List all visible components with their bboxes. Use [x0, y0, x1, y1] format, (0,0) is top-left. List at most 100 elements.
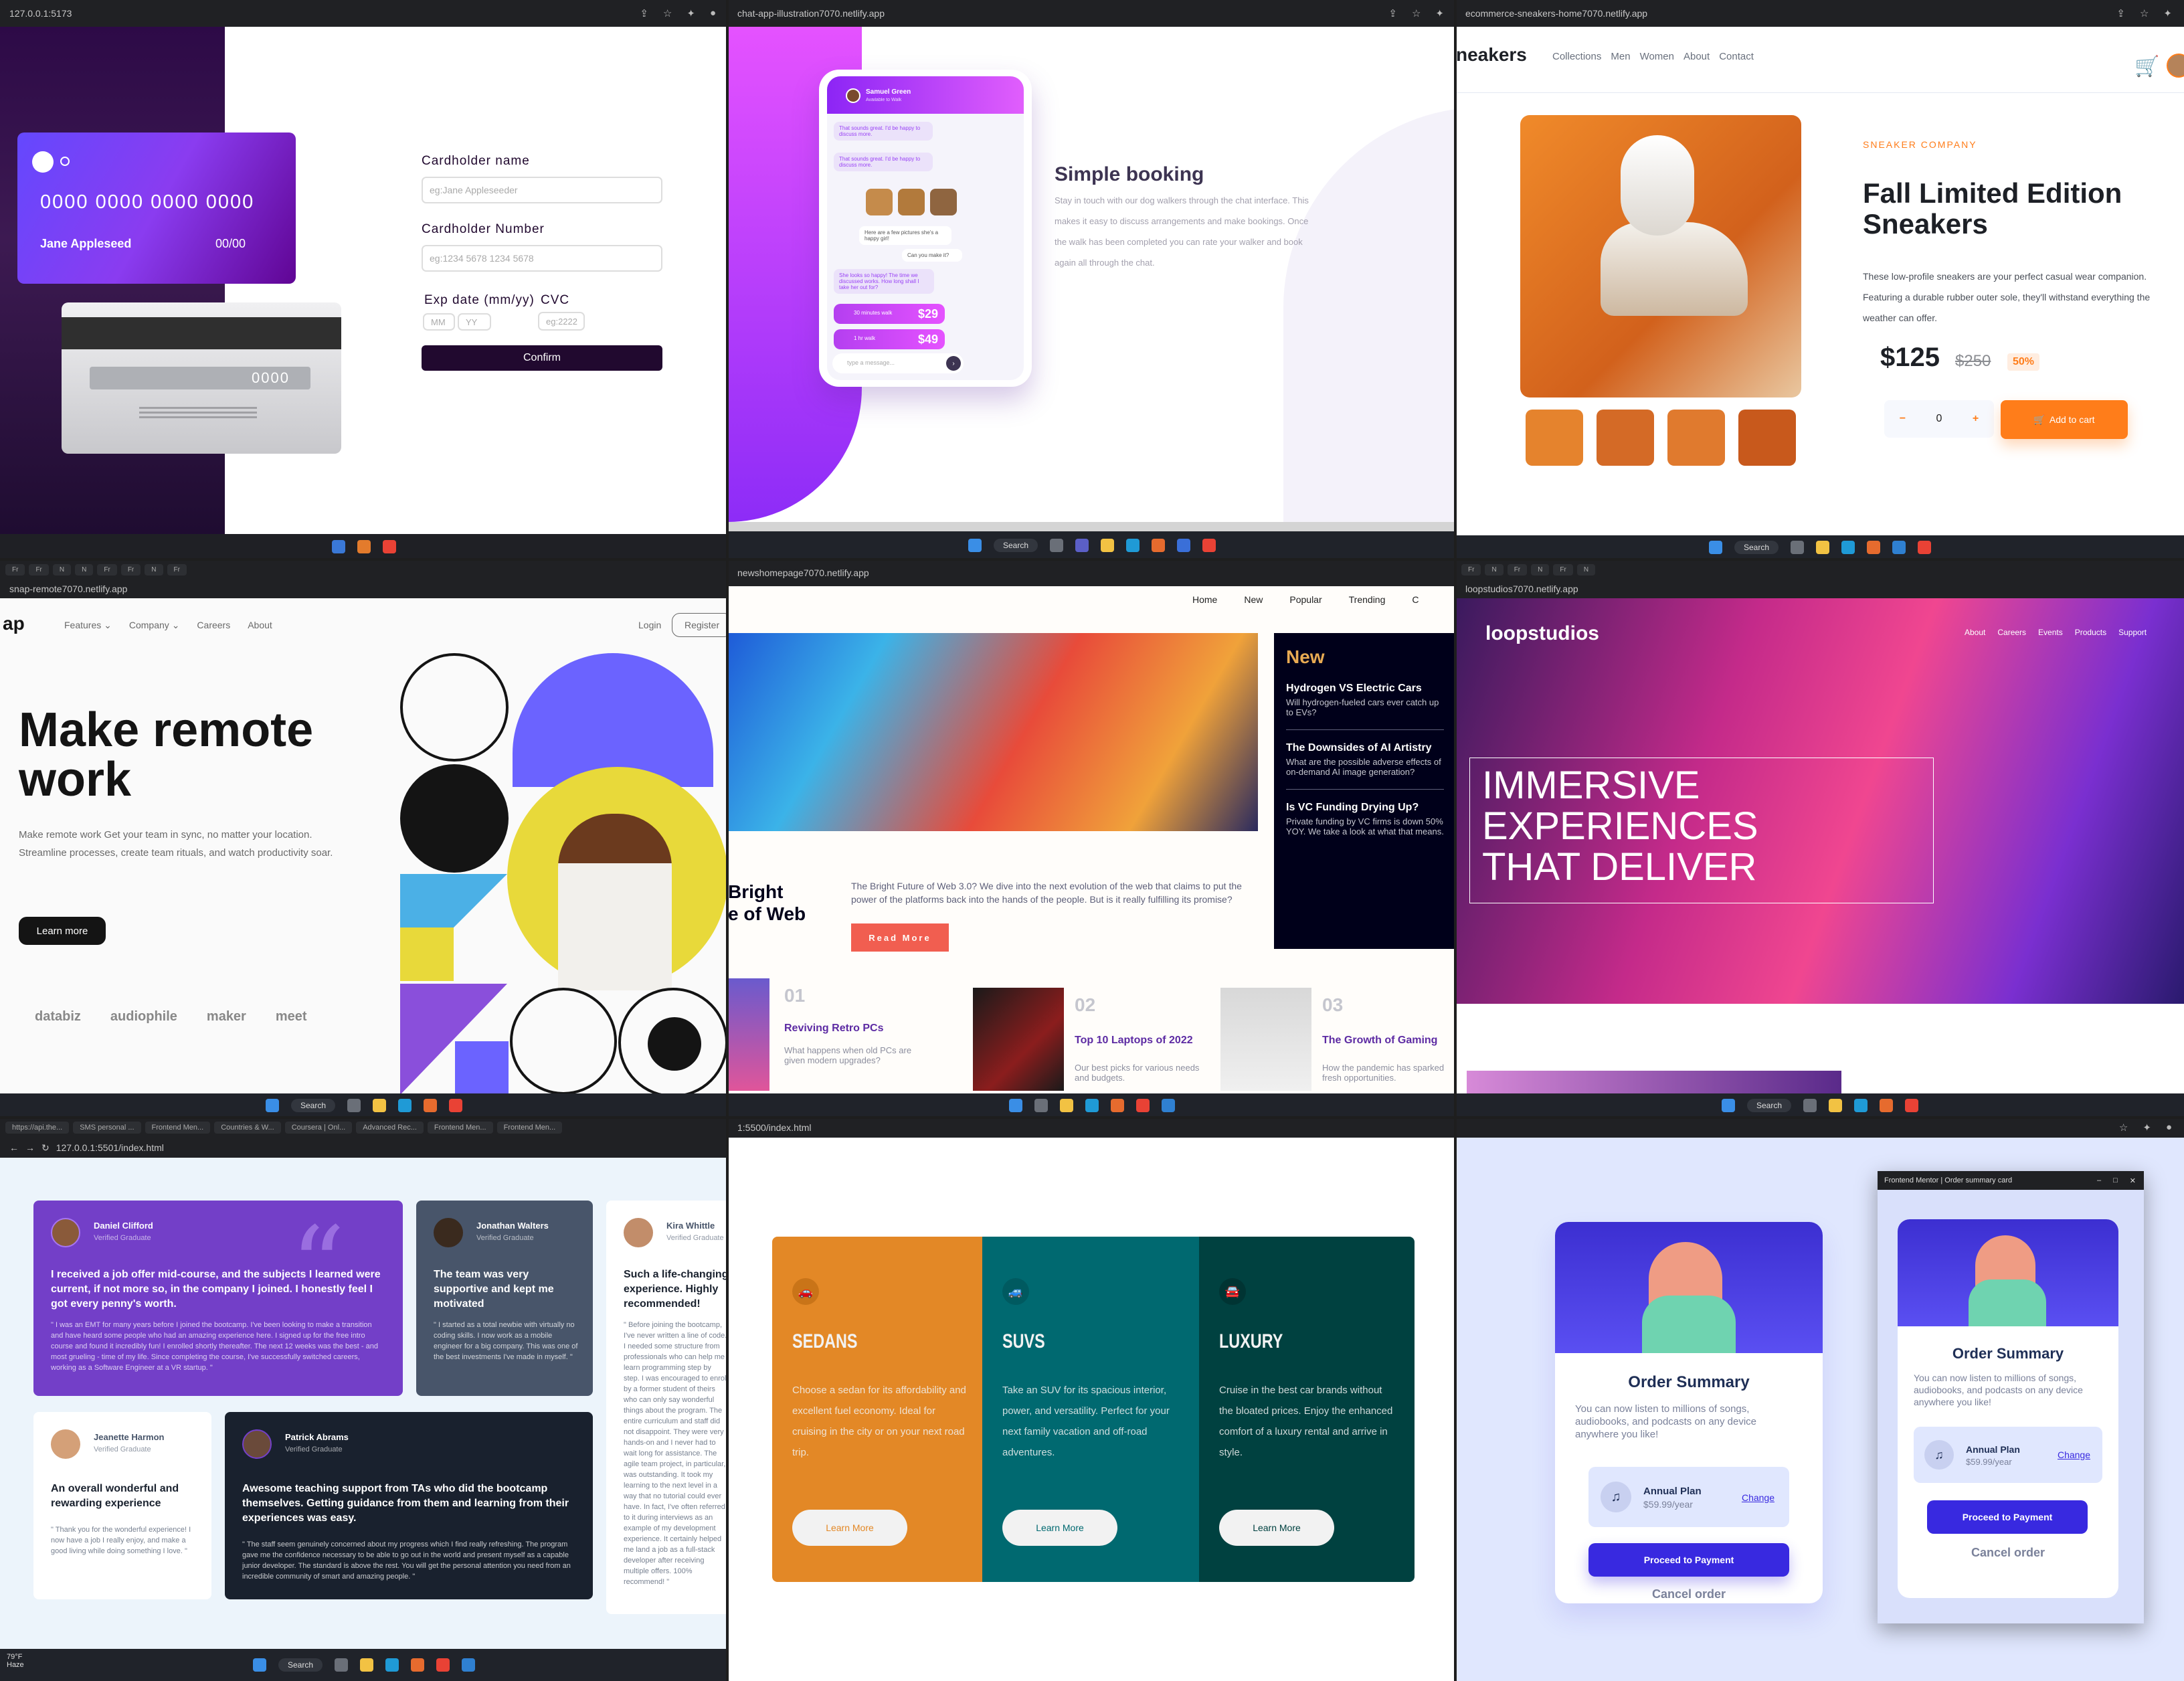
nav-about[interactable]: About: [1683, 51, 1710, 62]
app-icon[interactable]: [357, 540, 371, 553]
firefox-icon[interactable]: [1867, 541, 1881, 554]
browser-tab[interactable]: Fr: [167, 563, 187, 576]
firefox-icon[interactable]: [1152, 539, 1166, 552]
nav-men[interactable]: Men: [1611, 51, 1630, 62]
taskbar-search[interactable]: Search: [1734, 541, 1779, 554]
profile-icon[interactable]: ●: [2166, 1122, 2172, 1134]
article-card[interactable]: 01 Reviving Retro PCs What happens when …: [728, 978, 969, 1091]
add-to-cart-button[interactable]: 🛒 Add to cart: [2001, 400, 2128, 439]
nav-products[interactable]: Products: [2075, 628, 2106, 637]
browser-tab[interactable]: Coursera | Onl...: [284, 1122, 353, 1134]
input-cardholder-name[interactable]: eg:Jane Appleseeder: [422, 177, 662, 203]
extension-icon[interactable]: ✦: [687, 7, 695, 19]
browser-tab[interactable]: N: [1531, 563, 1550, 576]
offer-1hr[interactable]: 1 hr walk $49: [834, 329, 945, 349]
new-item[interactable]: Hydrogen VS Electric Cars Will hydrogen-…: [1286, 683, 1444, 730]
article-card[interactable]: 03 The Growth of Gaming How the pandemic…: [1220, 988, 1456, 1091]
learn-more-button[interactable]: Learn more: [19, 917, 106, 945]
folder-icon[interactable]: [1060, 1099, 1073, 1112]
search-icon[interactable]: [1034, 1099, 1048, 1112]
register-button[interactable]: Register: [672, 613, 728, 637]
nav-contact[interactable]: Contact: [1719, 51, 1754, 62]
browser-tab[interactable]: Fr: [120, 563, 141, 576]
maximize-icon[interactable]: □: [2113, 1176, 2118, 1185]
weather-widget[interactable]: 79°F Haze: [7, 1653, 24, 1669]
star-icon[interactable]: ☆: [2140, 7, 2149, 19]
cart-icon[interactable]: 🛒: [2134, 55, 2159, 78]
windows-icon[interactable]: [968, 539, 982, 552]
browser-tab[interactable]: Frontend Men...: [427, 1122, 493, 1134]
nav-support[interactable]: Support: [2118, 628, 2147, 637]
address-bar[interactable]: 127.0.0.1:5173 ⇪ ☆ ✦ ●: [0, 0, 728, 27]
nav-company[interactable]: Company ⌄: [129, 620, 180, 631]
edge-icon[interactable]: [1854, 1099, 1868, 1112]
browser-tab[interactable]: Countries & W...: [214, 1122, 281, 1134]
nav-careers[interactable]: Careers: [1997, 628, 2026, 637]
edge-icon[interactable]: [1085, 1099, 1099, 1112]
firefox-icon[interactable]: [411, 1658, 425, 1672]
share-icon[interactable]: ⇪: [2116, 7, 2125, 19]
offer-30min[interactable]: 30 minutes walk $29: [834, 304, 945, 324]
article-card[interactable]: 02 Top 10 Laptops of 2022 Our best picks…: [973, 988, 1214, 1091]
read-more-button[interactable]: Read More: [851, 923, 949, 952]
address-bar[interactable]: ☆ ✦ ●: [1456, 1118, 2184, 1138]
browser-tab[interactable]: SMS personal ...: [73, 1122, 141, 1134]
browser-tab[interactable]: Fr: [1553, 563, 1573, 576]
change-link[interactable]: Change: [1742, 1492, 1774, 1503]
confirm-button[interactable]: Confirm: [422, 345, 662, 371]
input-cvc[interactable]: eg:2222: [538, 312, 585, 331]
input-exp-year[interactable]: YY: [458, 313, 491, 331]
address-bar[interactable]: ← → ↻ 127.0.0.1:5501/index.html: [0, 1138, 728, 1158]
nav-categories[interactable]: C: [1412, 594, 1419, 605]
new-item[interactable]: The Downsides of AI Artistry What are th…: [1286, 742, 1444, 790]
login-link[interactable]: Login: [638, 620, 661, 630]
app-icon[interactable]: [335, 1658, 349, 1672]
address-bar[interactable]: newshomepage7070.netlify.app: [728, 559, 1456, 586]
vscode-icon[interactable]: [1892, 541, 1906, 554]
nav-popular[interactable]: Popular: [1289, 594, 1322, 605]
new-item[interactable]: Is VC Funding Drying Up? Private funding…: [1286, 802, 1444, 836]
browser-tab[interactable]: Fr: [1461, 563, 1481, 576]
site-logo[interactable]: ap: [3, 613, 25, 634]
browser-tab[interactable]: N: [75, 563, 94, 576]
nav-home[interactable]: Home: [1192, 594, 1217, 605]
nav-new[interactable]: New: [1244, 594, 1263, 605]
app-icon[interactable]: [383, 540, 396, 553]
change-link[interactable]: Change: [2058, 1449, 2090, 1460]
app-icon[interactable]: [1177, 539, 1191, 552]
nav-about[interactable]: About: [1965, 628, 1985, 637]
reload-icon[interactable]: ↻: [41, 1142, 50, 1154]
firefox-icon[interactable]: [424, 1099, 438, 1112]
app-icon[interactable]: [1803, 1099, 1817, 1112]
nav-women[interactable]: Women: [1640, 51, 1674, 62]
site-logo[interactable]: neakers: [1456, 44, 1527, 66]
app-icon[interactable]: [1050, 539, 1064, 552]
nav-about[interactable]: About: [248, 620, 272, 631]
nav-trending[interactable]: Trending: [1349, 594, 1386, 605]
edge-icon[interactable]: [385, 1658, 399, 1672]
browser-tab[interactable]: N: [1576, 563, 1596, 576]
edge-icon[interactable]: [1126, 539, 1140, 552]
star-icon[interactable]: ☆: [663, 7, 672, 19]
thumbnail[interactable]: [1526, 410, 1583, 466]
extension-icon[interactable]: ✦: [2163, 7, 2172, 19]
chrome-icon[interactable]: [449, 1099, 463, 1112]
windows-icon[interactable]: [1721, 1099, 1735, 1112]
folder-icon[interactable]: [360, 1658, 374, 1672]
browser-tab[interactable]: Fr: [97, 563, 117, 576]
decrease-button[interactable]: −: [1900, 413, 1906, 425]
message-input[interactable]: type a message... ›: [832, 353, 964, 373]
windows-icon[interactable]: [1708, 541, 1722, 554]
learn-more-button[interactable]: Learn More: [1219, 1510, 1334, 1546]
address-bar[interactable]: 1:5500/index.html: [728, 1118, 1456, 1138]
taskbar-search[interactable]: Search: [1746, 1099, 1792, 1112]
browser-tab[interactable]: Fr: [5, 563, 25, 576]
learn-more-button[interactable]: Learn More: [1002, 1510, 1117, 1546]
horizontal-scrollbar[interactable]: [728, 522, 1456, 531]
site-logo[interactable]: loopstudios: [1485, 622, 1599, 645]
extension-icon[interactable]: ✦: [2143, 1122, 2151, 1134]
windows-icon[interactable]: [252, 1658, 266, 1672]
cancel-link[interactable]: Cancel order: [1555, 1587, 1823, 1601]
thumbnail[interactable]: [1597, 410, 1654, 466]
chrome-icon[interactable]: [1202, 539, 1216, 552]
